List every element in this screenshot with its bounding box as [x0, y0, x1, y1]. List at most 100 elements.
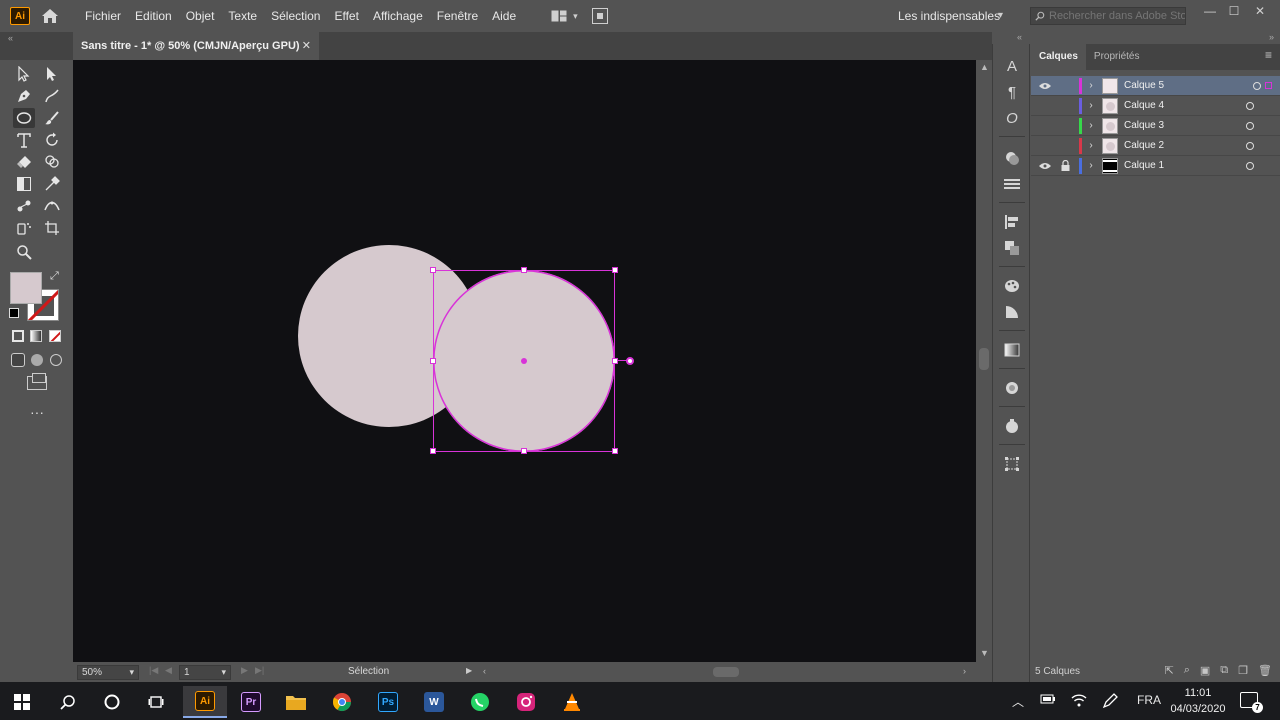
layer-name[interactable]: Calque 3 — [1124, 120, 1246, 131]
battery-icon[interactable] — [1040, 693, 1056, 708]
close-tab-icon[interactable]: ✕ — [302, 39, 311, 52]
collapse-toolbar-icon[interactable]: « — [8, 33, 13, 43]
expand-layer-icon[interactable]: › — [1082, 140, 1100, 151]
pen-tool-icon[interactable] — [13, 86, 35, 106]
rotate-tool-icon[interactable] — [41, 130, 63, 150]
default-colors-icon[interactable] — [9, 308, 19, 318]
chrome-icon[interactable] — [320, 686, 364, 718]
file-explorer-icon[interactable] — [274, 686, 318, 718]
maximize-icon[interactable]: ☐ — [1224, 4, 1244, 18]
artboard-tool-icon[interactable] — [41, 218, 63, 238]
target-icon[interactable] — [1253, 81, 1261, 90]
layer-row[interactable]: › Calque 2 — [1031, 136, 1280, 156]
edit-toolbar-icon[interactable]: ··· — [30, 404, 44, 420]
pen-workspace-icon[interactable] — [1102, 693, 1118, 712]
tab-proprietes[interactable]: Propriétés — [1086, 44, 1148, 70]
target-icon[interactable] — [1246, 101, 1254, 110]
workspace-chevron-icon[interactable]: ▾ — [998, 10, 1003, 21]
curvature-tool-icon[interactable] — [41, 86, 63, 106]
selection-tool-icon[interactable] — [13, 64, 35, 84]
home-icon[interactable] — [40, 7, 60, 25]
shape-builder-tool-icon[interactable] — [41, 152, 63, 172]
new-sublayer-icon[interactable]: ⧉ — [1220, 664, 1228, 677]
search-taskbar-icon[interactable] — [46, 686, 90, 718]
width-tool-icon[interactable] — [41, 196, 63, 216]
layer-row[interactable]: › Calque 3 — [1031, 116, 1280, 136]
last-artboard-icon[interactable]: ▶| — [255, 665, 264, 676]
selection-indicator[interactable] — [1265, 82, 1272, 89]
export-icon[interactable]: ⇱ — [1165, 664, 1174, 677]
menu-affichage[interactable]: Affichage — [366, 0, 430, 32]
vertical-scrollbar[interactable]: ▲ ▼ — [976, 60, 992, 662]
illustrator-logo[interactable]: Ai — [10, 7, 30, 25]
collapse-dock-icon[interactable]: « — [1017, 32, 1022, 42]
direct-selection-tool-icon[interactable] — [41, 64, 63, 84]
resize-handle[interactable] — [430, 448, 436, 454]
illustrator-taskbar-icon[interactable]: Ai — [183, 686, 227, 718]
paragraph-panel-icon[interactable]: ¶ — [1002, 82, 1022, 102]
locate-object-icon[interactable]: ⌕ — [1184, 664, 1190, 677]
draw-behind-icon[interactable] — [31, 354, 43, 366]
next-artboard-icon[interactable]: ▶ — [241, 665, 248, 676]
close-window-icon[interactable]: ✕ — [1250, 4, 1270, 18]
layer-name[interactable]: Calque 4 — [1124, 100, 1246, 111]
menu-effet[interactable]: Effet — [327, 0, 365, 32]
screen-mode-icon[interactable] — [27, 373, 47, 390]
color-guide-icon[interactable] — [1002, 302, 1022, 322]
resize-handle[interactable] — [521, 448, 527, 454]
prev-artboard-icon[interactable]: ◀ — [165, 665, 172, 676]
search-input[interactable] — [1049, 10, 1185, 22]
resize-handle[interactable] — [430, 267, 436, 273]
tray-expand-icon[interactable]: ︿ — [1012, 693, 1024, 710]
appearance-panel-icon[interactable] — [1002, 148, 1022, 168]
menu-fenetre[interactable]: Fenêtre — [430, 0, 485, 32]
scroll-up-icon[interactable]: ▲ — [980, 62, 989, 72]
clock[interactable]: 11:01 04/03/2020 — [1166, 685, 1230, 717]
target-icon[interactable] — [1246, 121, 1254, 130]
workspace-name[interactable]: Les indispensables — [898, 9, 1000, 23]
notifications-icon[interactable]: 7 — [1240, 692, 1263, 713]
new-layer-icon[interactable]: ❐ — [1238, 664, 1248, 677]
pathfinder-panel-icon[interactable] — [1002, 238, 1022, 258]
vertical-scroll-thumb[interactable] — [979, 348, 989, 370]
artboard-canvas[interactable] — [73, 60, 976, 662]
visibility-icon[interactable] — [1035, 162, 1055, 170]
cortana-icon[interactable] — [90, 686, 134, 718]
wifi-icon[interactable] — [1071, 693, 1087, 710]
tab-calques[interactable]: Calques — [1031, 44, 1086, 70]
none-mode-button[interactable] — [49, 330, 61, 342]
first-artboard-icon[interactable]: |◀ — [149, 665, 158, 676]
expand-layer-icon[interactable]: › — [1082, 120, 1100, 131]
whatsapp-icon[interactable] — [458, 686, 502, 718]
eyedropper-tool-icon[interactable] — [41, 174, 63, 194]
menu-aide[interactable]: Aide — [485, 0, 523, 32]
menu-texte[interactable]: Texte — [221, 0, 264, 32]
minimize-icon[interactable]: — — [1200, 4, 1220, 18]
transparency-panel-icon[interactable] — [1002, 378, 1022, 398]
resize-handle[interactable] — [612, 358, 618, 364]
blend-tool-icon[interactable] — [13, 196, 35, 216]
ellipse-tool-icon[interactable] — [13, 108, 35, 128]
draw-mode-icon[interactable] — [11, 353, 25, 367]
menu-selection[interactable]: Sélection — [264, 0, 327, 32]
layer-row[interactable]: › Calque 1 — [1031, 156, 1280, 176]
gradient-mode-button[interactable] — [30, 330, 42, 342]
target-icon[interactable] — [1246, 141, 1254, 150]
layer-row[interactable]: › Calque 5 — [1031, 76, 1280, 96]
color-panel-icon[interactable] — [1002, 276, 1022, 296]
scroll-right-icon[interactable]: › — [963, 666, 966, 676]
color-mode-button[interactable] — [12, 330, 24, 342]
arrange-documents-button[interactable]: ▾ — [551, 10, 578, 22]
paintbrush-tool-icon[interactable] — [41, 108, 63, 128]
lock-icon[interactable] — [1055, 160, 1075, 171]
layer-name[interactable]: Calque 2 — [1124, 140, 1246, 151]
scroll-down-icon[interactable]: ▼ — [980, 648, 989, 658]
task-view-icon[interactable] — [134, 686, 178, 718]
resize-handle[interactable] — [521, 267, 527, 273]
transform-panel-icon[interactable] — [1002, 454, 1022, 474]
resize-handle[interactable] — [612, 448, 618, 454]
artboard-chevron-icon[interactable]: ▾ — [221, 667, 226, 678]
eraser-tool-icon[interactable] — [13, 152, 35, 172]
layer-row[interactable]: › Calque 4 — [1031, 96, 1280, 116]
menu-fichier[interactable]: Fichier — [78, 0, 128, 32]
